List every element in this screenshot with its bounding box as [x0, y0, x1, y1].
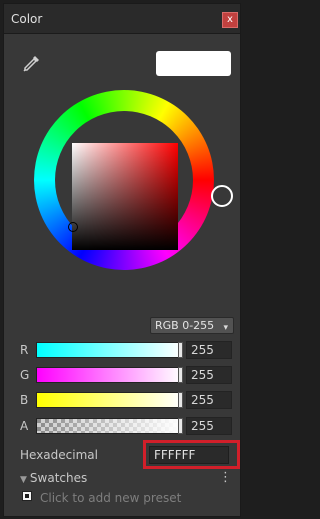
title-bar[interactable]: Color x [4, 4, 240, 34]
channel-slider-b[interactable] [36, 392, 182, 408]
slider-knob-r[interactable] [178, 342, 183, 358]
swatches-foldout[interactable]: ▼ Swatches [20, 471, 87, 485]
close-icon[interactable]: x [222, 12, 238, 28]
channel-value-a[interactable]: 255 [186, 417, 232, 435]
chevron-down-icon: ▾ [223, 323, 228, 333]
add-preset-hint[interactable]: Click to add new preset [40, 491, 181, 505]
color-mode-dropdown[interactable]: RGB 0-255 ▾ [150, 317, 234, 334]
channel-slider-a[interactable] [36, 418, 182, 434]
slider-knob-g[interactable] [178, 367, 183, 383]
channel-value-b[interactable]: 255 [186, 391, 232, 409]
hex-label: Hexadecimal [20, 448, 98, 462]
swatches-label: Swatches [29, 471, 88, 485]
channel-label-g: G [20, 368, 30, 382]
preset-swatch-icon[interactable] [22, 491, 32, 501]
color-wheel[interactable] [34, 90, 214, 270]
slider-knob-a[interactable] [178, 418, 183, 434]
channel-row-b: B 255 [4, 390, 240, 410]
color-picker-window: Color x RGB 0-255 ▾ R 255 G 255 B 255 A [3, 3, 241, 517]
channel-value-r[interactable]: 255 [186, 341, 232, 359]
hue-handle[interactable] [211, 185, 233, 207]
channel-label-r: R [20, 343, 29, 357]
window-title: Color [11, 12, 43, 26]
slider-knob-b[interactable] [178, 392, 183, 408]
channel-label-b: B [20, 393, 29, 407]
channel-value-g[interactable]: 255 [186, 366, 232, 384]
hex-input[interactable]: FFFFFF [149, 446, 229, 464]
channel-row-g: G 255 [4, 365, 240, 385]
channel-label-a: A [20, 419, 29, 433]
eyedropper-icon[interactable] [20, 53, 42, 75]
saturation-value-square[interactable] [72, 143, 178, 250]
current-color-preview[interactable] [156, 51, 231, 76]
channel-slider-r[interactable] [36, 342, 182, 358]
channel-row-r: R 255 [4, 340, 240, 360]
color-mode-value: RGB 0-255 [155, 319, 215, 332]
kebab-menu-icon[interactable]: ⋮ [219, 470, 232, 485]
saturation-value-handle[interactable] [68, 222, 78, 232]
channel-row-a: A 255 [4, 416, 240, 436]
expand-triangle-icon: ▼ [20, 475, 27, 485]
channel-slider-g[interactable] [36, 367, 182, 383]
